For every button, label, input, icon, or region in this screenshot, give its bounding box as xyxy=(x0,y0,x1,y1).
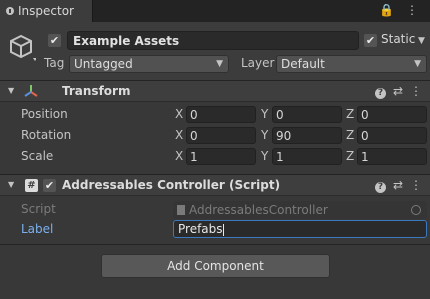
more-vertical-icon[interactable]: ⋮ xyxy=(410,178,422,192)
transform-title: Transform xyxy=(62,84,131,98)
scale-y-field[interactable]: 1 xyxy=(272,148,342,165)
transform-header[interactable]: ▼ Transform ? ⇄ ⋮ xyxy=(0,80,430,102)
tag-value: Untagged xyxy=(74,57,133,71)
scale-x-field[interactable]: 1 xyxy=(186,148,256,165)
axis-y-label[interactable]: Y xyxy=(261,128,268,142)
tab-inspector[interactable]: Inspector xyxy=(0,0,93,22)
transform-axes-icon xyxy=(24,85,38,97)
rotation-y-field[interactable]: 90 xyxy=(272,127,342,144)
script-value: AddressablesController xyxy=(189,203,328,217)
label-input[interactable]: Prefabs xyxy=(173,220,427,238)
script-enabled-checkbox[interactable]: ✔ xyxy=(43,179,56,192)
position-y-field[interactable]: 0 xyxy=(272,106,342,123)
axis-x-label[interactable]: X xyxy=(175,107,183,121)
label-value: Prefabs xyxy=(178,222,223,236)
scale-label: Scale xyxy=(21,149,54,163)
axis-z-label[interactable]: Z xyxy=(346,149,354,163)
gameobject-cube-icon[interactable] xyxy=(6,32,36,62)
active-checkbox[interactable]: ✔ xyxy=(48,34,61,47)
tag-dropdown[interactable]: Untagged ▼ xyxy=(69,55,229,73)
scale-z-field[interactable]: 1 xyxy=(357,148,427,165)
axis-z-label[interactable]: Z xyxy=(346,128,354,142)
static-dropdown-icon[interactable]: ▼ xyxy=(418,34,428,48)
layer-value: Default xyxy=(281,57,325,71)
preset-sliders-icon[interactable]: ⇄ xyxy=(393,84,403,98)
axis-y-label[interactable]: Y xyxy=(261,149,268,163)
tab-label: Inspector xyxy=(18,4,74,18)
divider xyxy=(0,244,430,245)
foldout-icon[interactable]: ▼ xyxy=(8,86,14,95)
tab-bar: Inspector 🔒 ⋮ xyxy=(0,0,430,22)
axis-z-label[interactable]: Z xyxy=(346,107,354,121)
label-label: Label xyxy=(21,222,54,236)
static-checkbox[interactable]: ✔ xyxy=(364,34,377,47)
script-file-icon xyxy=(177,205,185,215)
rotation-x-field[interactable]: 0 xyxy=(186,127,256,144)
tag-label: Tag xyxy=(44,56,65,70)
script-component-header[interactable]: ▼ # ✔ Addressables Controller (Script) ?… xyxy=(0,174,430,196)
script-field: AddressablesController xyxy=(173,201,427,219)
rotation-label: Rotation xyxy=(21,128,72,142)
help-icon[interactable]: ? xyxy=(374,88,386,99)
script-label: Script xyxy=(21,202,56,216)
position-z-field[interactable]: 0 xyxy=(357,106,427,123)
axis-x-label[interactable]: X xyxy=(175,128,183,142)
component-header-icons: ? ⇄ ⋮ xyxy=(368,84,422,99)
object-picker-icon[interactable] xyxy=(411,205,421,215)
preset-sliders-icon[interactable]: ⇄ xyxy=(393,178,403,192)
position-x-field[interactable]: 0 xyxy=(186,106,256,123)
help-icon[interactable]: ? xyxy=(374,182,386,193)
rotation-z-field[interactable]: 0 xyxy=(357,127,427,144)
layer-label: Layer xyxy=(241,56,275,70)
position-label: Position xyxy=(21,107,68,121)
chevron-down-icon: ▼ xyxy=(216,59,223,69)
script-component-title: Addressables Controller (Script) xyxy=(62,178,281,192)
axis-y-label[interactable]: Y xyxy=(261,107,268,121)
info-icon xyxy=(6,7,14,15)
component-header-icons: ? ⇄ ⋮ xyxy=(368,178,422,193)
gameobject-header: ✔ Example Assets ✔ Static ▼ Tag Untagged… xyxy=(0,22,430,81)
static-label: Static xyxy=(381,32,416,46)
axis-x-label[interactable]: X xyxy=(175,149,183,163)
foldout-icon[interactable]: ▼ xyxy=(8,180,14,189)
add-component-button[interactable]: Add Component xyxy=(101,254,330,278)
name-field[interactable]: Example Assets xyxy=(67,31,359,50)
chevron-down-icon: ▼ xyxy=(414,59,421,69)
more-vertical-icon[interactable]: ⋮ xyxy=(410,84,422,98)
layer-dropdown[interactable]: Default ▼ xyxy=(276,55,427,73)
lock-icon[interactable]: 🔒 ⋮ xyxy=(379,3,422,17)
text-caret xyxy=(222,223,224,236)
csharp-script-icon: # xyxy=(25,179,38,192)
